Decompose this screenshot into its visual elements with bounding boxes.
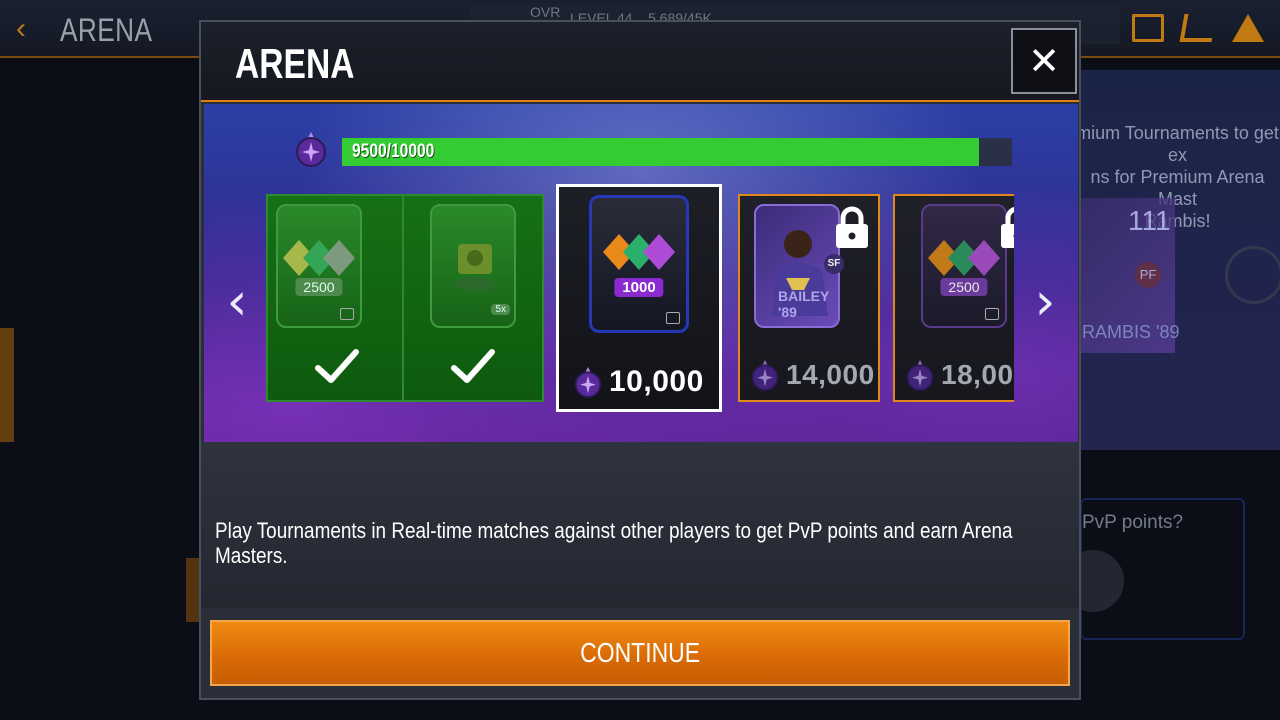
reward-card-locked[interactable]: SF BAILEY '89 14,000 [738, 194, 880, 402]
chevron-left-icon[interactable]: ‹ [222, 276, 252, 330]
pvp-gem-icon [751, 360, 779, 391]
reward-cost-value: 14,000 [786, 359, 875, 390]
background-player-ovr: 111 [1128, 205, 1171, 236]
player-card-name: BAILEY '89 [778, 288, 830, 320]
chevron-right-icon[interactable]: › [1030, 276, 1060, 330]
reward-track: 9500/10000 ‹ › 2500 5x 1000 10,000 SF BA… [204, 104, 1078, 442]
reward-badge: 5x [491, 304, 510, 315]
close-button[interactable]: ✕ [1011, 28, 1077, 94]
reward-carousel: 2500 5x 1000 10,000 SF BAILEY '89 14,000… [266, 180, 1014, 436]
pvp-gem-icon [296, 132, 326, 167]
checkmark-icon [451, 349, 495, 383]
reward-badge: 1000 [614, 278, 664, 297]
reward-badge: 2500 [940, 278, 988, 296]
reward-cost: 14,000 [750, 358, 875, 392]
continue-button[interactable]: CONTINUE [210, 620, 1070, 686]
reward-cost: 10,000 [573, 365, 704, 399]
player-silhouette-icon [455, 244, 495, 291]
reward-pack: 2500 [921, 204, 1007, 328]
reward-card-claimed[interactable]: 5x [402, 194, 544, 402]
card-type-icon [340, 308, 354, 320]
player-card: SF BAILEY '89 [754, 204, 844, 328]
continue-label: CONTINUE [580, 637, 700, 668]
pvp-progress-text: 9500/10000 [352, 141, 435, 162]
ovr-label: OVR [530, 4, 561, 20]
screen-title: ARENA [60, 12, 153, 48]
modal-title: ARENA [235, 40, 355, 87]
reward-card-claimed[interactable]: 2500 [266, 194, 408, 402]
expand-icon [1225, 246, 1280, 304]
background-player-name: RAMBIS '89 [1082, 322, 1180, 342]
reward-pack: 5x [430, 204, 516, 328]
reward-badge: 2500 [295, 278, 343, 296]
reward-pack: 1000 [589, 195, 689, 333]
lock-icon [1001, 206, 1014, 248]
pvp-progress-fill [342, 138, 979, 166]
reward-cost-value: 10,000 [609, 365, 704, 398]
arena-description: Play Tournaments in Real-time matches ag… [215, 518, 1013, 568]
modal-body: Play Tournaments in Real-time matches ag… [201, 442, 1079, 628]
card-type-icon [666, 312, 680, 324]
gems-icon [283, 240, 355, 276]
lock-icon [836, 206, 868, 248]
pvp-progress-bar: 9500/10000 [342, 138, 1012, 166]
pvp-gem-icon [574, 367, 602, 398]
modal-header: ARENA ✕ [201, 22, 1079, 102]
top-icons [1132, 14, 1264, 42]
home-icon[interactable] [1232, 14, 1264, 42]
reward-card-locked[interactable]: 2500 18,000 [893, 194, 1014, 402]
background-left-tab [0, 328, 14, 442]
pvp-gem-icon [906, 360, 934, 391]
arena-modal: ARENA ✕ 9500/10000 ‹ › 2500 5x 1000 10,0… [199, 20, 1081, 700]
close-icon: ✕ [1028, 40, 1060, 83]
reward-cost: 18,000 [905, 358, 1014, 392]
background-player-position: PF [1135, 262, 1161, 288]
back-arrow-icon[interactable]: ‹ [16, 12, 26, 46]
player-position-badge: SF [824, 254, 844, 274]
cart-icon[interactable] [1179, 14, 1217, 42]
reward-pack: 2500 [276, 204, 362, 328]
gems-icon [928, 240, 1000, 276]
modal-footer: CONTINUE [201, 608, 1079, 698]
card-type-icon [985, 308, 999, 320]
checkmark-icon [315, 349, 359, 383]
background-pvp-question: PvP points? [1082, 512, 1184, 533]
mail-icon[interactable] [1132, 14, 1164, 42]
gems-icon [603, 234, 675, 270]
reward-card-current[interactable]: 1000 10,000 [556, 184, 722, 412]
reward-cost-value: 18,000 [941, 359, 1014, 390]
